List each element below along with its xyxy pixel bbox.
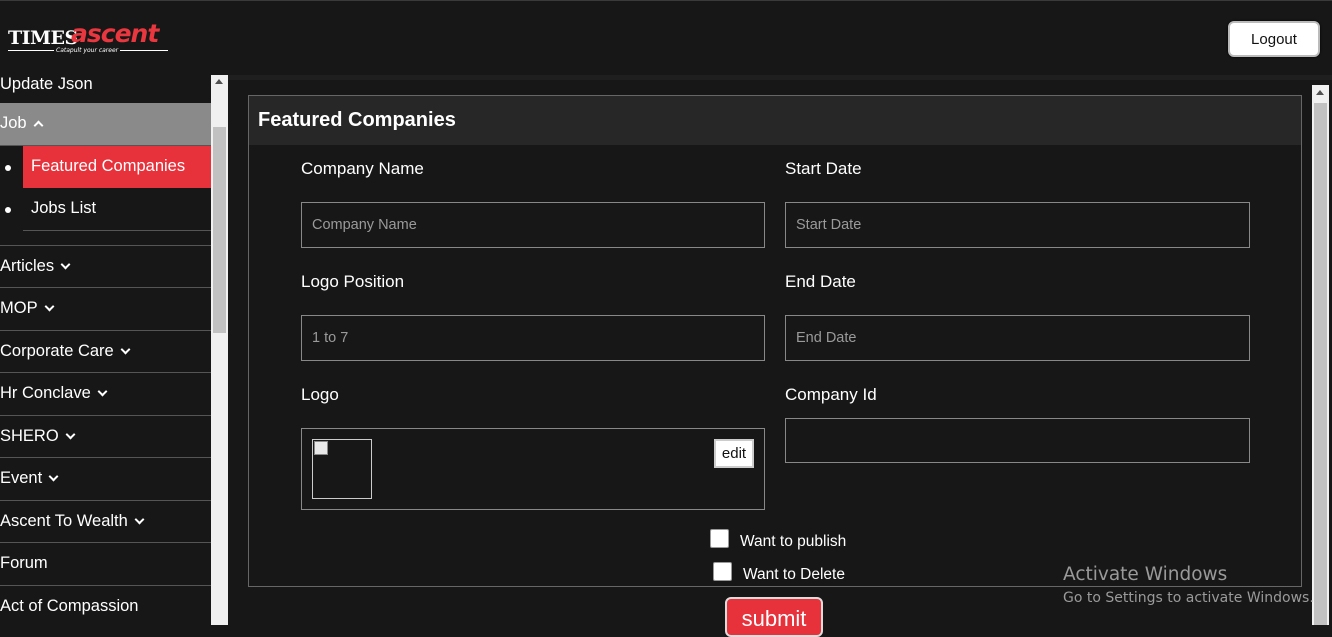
main-content: Featured Companies Company Name Start Da… xyxy=(228,75,1332,637)
sidebar-item-label: SHERO xyxy=(0,426,59,445)
company-id-input[interactable] xyxy=(785,418,1250,463)
sidebar-item-act-of-compassion[interactable]: Act of Compassion xyxy=(0,586,211,626)
company-id-label: Company Id xyxy=(785,385,877,404)
sidebar-item-label: Corporate Care xyxy=(0,341,114,360)
sidebar-item-hr-conclave[interactable]: Hr Conclave xyxy=(0,373,211,416)
activate-windows-subtitle: Go to Settings to activate Windows. xyxy=(1063,590,1314,606)
logo-ascent-text: ascent xyxy=(71,19,159,48)
publish-checkbox[interactable] xyxy=(710,529,729,548)
logout-button[interactable]: Logout xyxy=(1228,21,1320,57)
sidebar-subitem-label: Featured Companies xyxy=(31,157,186,176)
logo-rule-right xyxy=(120,50,168,51)
card-title: Featured Companies xyxy=(249,96,1301,145)
sidebar-item-label: Update Json xyxy=(0,75,93,93)
sidebar: Update Json Job Featured Companies Jobs … xyxy=(0,75,211,625)
main-scrollbar[interactable] xyxy=(1312,85,1329,625)
sidebar-item-ascent-to-wealth[interactable]: Ascent To Wealth xyxy=(0,501,211,543)
logo-position-label: Logo Position xyxy=(301,272,405,291)
chevron-down-icon xyxy=(120,344,131,355)
sidebar-item-mop[interactable]: MOP xyxy=(0,288,211,331)
activate-windows-title: Activate Windows xyxy=(1063,564,1228,585)
sidebar-item-label: Hr Conclave xyxy=(0,384,91,403)
scroll-up-arrow-icon[interactable] xyxy=(1316,90,1324,95)
scroll-up-arrow-icon[interactable] xyxy=(215,79,223,84)
sidebar-item-label: Forum xyxy=(0,554,48,573)
edit-logo-button[interactable]: edit xyxy=(714,439,754,468)
sidebar-spacer xyxy=(0,231,211,246)
broken-image-icon xyxy=(312,439,372,499)
sidebar-scrollbar[interactable] xyxy=(211,75,228,625)
logo-times-text: TIMES xyxy=(8,27,78,49)
sidebar-subitem-label: Jobs List xyxy=(31,199,97,218)
company-name-input[interactable] xyxy=(301,202,765,248)
logo-rule-left xyxy=(8,50,54,51)
sidebar-item-update-json[interactable]: Update Json xyxy=(0,75,211,103)
sidebar-scrollbar-thumb[interactable] xyxy=(213,127,226,333)
chevron-down-icon xyxy=(60,259,71,270)
featured-companies-card: Featured Companies Company Name Start Da… xyxy=(248,95,1302,587)
logo-position-input[interactable] xyxy=(301,315,765,361)
sidebar-item-shero[interactable]: SHERO xyxy=(0,416,211,458)
chevron-down-icon xyxy=(48,471,59,482)
sidebar-item-label: MOP xyxy=(0,299,38,318)
end-date-input[interactable] xyxy=(785,315,1250,361)
start-date-input[interactable] xyxy=(785,202,1250,248)
sidebar-item-label: Articles xyxy=(0,256,55,275)
publish-label: Want to publish xyxy=(740,533,847,550)
delete-label: Want to Delete xyxy=(743,566,845,583)
chevron-up-icon xyxy=(33,120,44,131)
chevron-down-icon xyxy=(134,514,145,525)
sidebar-item-label: Ascent To Wealth xyxy=(0,511,128,530)
sidebar-item-forum[interactable]: Forum xyxy=(0,543,211,586)
top-bar: TIMES ascent Catapult your career Logout xyxy=(0,0,1332,75)
chevron-down-icon xyxy=(44,301,55,312)
sidebar-subitem-jobs-list[interactable]: Jobs List xyxy=(5,188,211,231)
sidebar-item-articles[interactable]: Articles xyxy=(0,246,211,288)
chevron-down-icon xyxy=(65,429,76,440)
sidebar-subitem-featured-companies[interactable]: Featured Companies xyxy=(5,145,211,188)
end-date-label: End Date xyxy=(785,272,856,291)
submit-button[interactable]: submit xyxy=(725,597,823,637)
image-placeholder-icon xyxy=(314,441,328,455)
logo-label: Logo xyxy=(301,385,339,404)
main-top-strip xyxy=(228,75,1332,80)
logo-tagline: Catapult your career xyxy=(56,47,119,54)
company-name-label: Company Name xyxy=(301,159,424,178)
sidebar-item-job[interactable]: Job xyxy=(0,103,211,146)
delete-checkbox[interactable] xyxy=(713,562,732,581)
sidebar-item-label: Act of Compassion xyxy=(0,596,139,615)
sidebar-item-label: Event xyxy=(0,469,43,488)
chevron-down-icon xyxy=(97,386,108,397)
main-scrollbar-thumb[interactable] xyxy=(1314,103,1327,625)
bullet-icon xyxy=(5,207,11,213)
times-ascent-logo[interactable]: TIMES ascent Catapult your career xyxy=(8,19,170,57)
sidebar-item-event[interactable]: Event xyxy=(0,458,211,501)
logo-upload-box: edit xyxy=(301,428,765,510)
start-date-label: Start Date xyxy=(785,159,862,178)
sidebar-item-label: Job xyxy=(0,114,27,133)
bullet-icon xyxy=(5,164,11,171)
sidebar-item-corporate-care[interactable]: Corporate Care xyxy=(0,331,211,373)
